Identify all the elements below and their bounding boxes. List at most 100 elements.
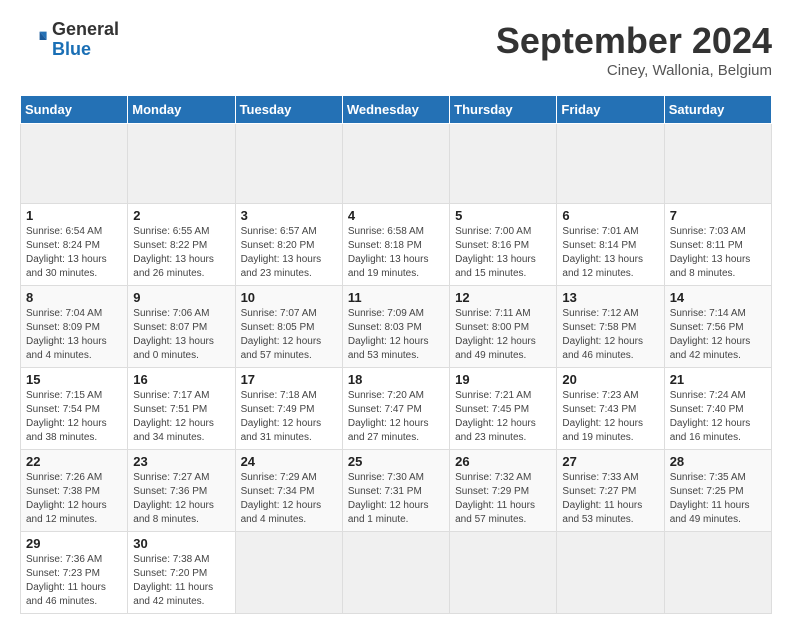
- day-detail: Sunrise: 7:17 AMSunset: 7:51 PMDaylight:…: [133, 390, 214, 443]
- day-detail: Sunrise: 7:29 AMSunset: 7:34 PMDaylight:…: [241, 472, 322, 525]
- table-row: [21, 124, 128, 204]
- calendar-header-row: Sunday Monday Tuesday Wednesday Thursday…: [21, 96, 772, 124]
- col-tuesday: Tuesday: [235, 96, 342, 124]
- col-friday: Friday: [557, 96, 664, 124]
- day-detail: Sunrise: 6:57 AMSunset: 8:20 PMDaylight:…: [241, 226, 322, 279]
- logo-text: General Blue: [52, 20, 119, 60]
- calendar-week-row: 1 Sunrise: 6:54 AMSunset: 8:24 PMDayligh…: [21, 204, 772, 286]
- calendar-week-row: 8 Sunrise: 7:04 AMSunset: 8:09 PMDayligh…: [21, 286, 772, 368]
- day-number: 24: [241, 454, 337, 469]
- table-row: 21 Sunrise: 7:24 AMSunset: 7:40 PMDaylig…: [664, 368, 771, 450]
- day-number: 16: [133, 372, 229, 387]
- calendar-week-row: 15 Sunrise: 7:15 AMSunset: 7:54 PMDaylig…: [21, 368, 772, 450]
- table-row: 4 Sunrise: 6:58 AMSunset: 8:18 PMDayligh…: [342, 204, 449, 286]
- table-row: 27 Sunrise: 7:33 AMSunset: 7:27 PMDaylig…: [557, 450, 664, 532]
- table-row: 30 Sunrise: 7:38 AMSunset: 7:20 PMDaylig…: [128, 532, 235, 614]
- day-number: 5: [455, 208, 551, 223]
- table-row: 6 Sunrise: 7:01 AMSunset: 8:14 PMDayligh…: [557, 204, 664, 286]
- table-row: 22 Sunrise: 7:26 AMSunset: 7:38 PMDaylig…: [21, 450, 128, 532]
- day-number: 13: [562, 290, 658, 305]
- day-detail: Sunrise: 7:30 AMSunset: 7:31 PMDaylight:…: [348, 472, 429, 525]
- table-row: 11 Sunrise: 7:09 AMSunset: 8:03 PMDaylig…: [342, 286, 449, 368]
- col-thursday: Thursday: [450, 96, 557, 124]
- day-detail: Sunrise: 7:14 AMSunset: 7:56 PMDaylight:…: [670, 308, 751, 361]
- table-row: 19 Sunrise: 7:21 AMSunset: 7:45 PMDaylig…: [450, 368, 557, 450]
- day-detail: Sunrise: 7:20 AMSunset: 7:47 PMDaylight:…: [348, 390, 429, 443]
- table-row: 14 Sunrise: 7:14 AMSunset: 7:56 PMDaylig…: [664, 286, 771, 368]
- logo-icon: [20, 26, 48, 54]
- day-detail: Sunrise: 7:21 AMSunset: 7:45 PMDaylight:…: [455, 390, 536, 443]
- day-number: 3: [241, 208, 337, 223]
- day-number: 8: [26, 290, 122, 305]
- day-detail: Sunrise: 7:32 AMSunset: 7:29 PMDaylight:…: [455, 472, 535, 525]
- table-row: [664, 124, 771, 204]
- day-detail: Sunrise: 7:38 AMSunset: 7:20 PMDaylight:…: [133, 554, 213, 607]
- day-number: 26: [455, 454, 551, 469]
- day-detail: Sunrise: 7:01 AMSunset: 8:14 PMDaylight:…: [562, 226, 643, 279]
- logo-general: General: [52, 19, 119, 39]
- day-detail: Sunrise: 7:11 AMSunset: 8:00 PMDaylight:…: [455, 308, 536, 361]
- page-header: General Blue September 2024 Ciney, Wallo…: [20, 20, 772, 79]
- day-number: 4: [348, 208, 444, 223]
- table-row: 15 Sunrise: 7:15 AMSunset: 7:54 PMDaylig…: [21, 368, 128, 450]
- day-detail: Sunrise: 6:58 AMSunset: 8:18 PMDaylight:…: [348, 226, 429, 279]
- day-number: 28: [670, 454, 766, 469]
- day-detail: Sunrise: 7:23 AMSunset: 7:43 PMDaylight:…: [562, 390, 643, 443]
- table-row: [557, 124, 664, 204]
- day-detail: Sunrise: 7:36 AMSunset: 7:23 PMDaylight:…: [26, 554, 106, 607]
- day-number: 27: [562, 454, 658, 469]
- day-number: 9: [133, 290, 229, 305]
- table-row: [235, 124, 342, 204]
- table-row: 12 Sunrise: 7:11 AMSunset: 8:00 PMDaylig…: [450, 286, 557, 368]
- day-number: 1: [26, 208, 122, 223]
- logo: General Blue: [20, 20, 119, 60]
- col-monday: Monday: [128, 96, 235, 124]
- day-number: 23: [133, 454, 229, 469]
- day-detail: Sunrise: 7:33 AMSunset: 7:27 PMDaylight:…: [562, 472, 642, 525]
- day-number: 30: [133, 536, 229, 551]
- table-row: [128, 124, 235, 204]
- col-wednesday: Wednesday: [342, 96, 449, 124]
- day-number: 22: [26, 454, 122, 469]
- table-row: 2 Sunrise: 6:55 AMSunset: 8:22 PMDayligh…: [128, 204, 235, 286]
- day-detail: Sunrise: 7:12 AMSunset: 7:58 PMDaylight:…: [562, 308, 643, 361]
- day-number: 15: [26, 372, 122, 387]
- table-row: [450, 124, 557, 204]
- day-detail: Sunrise: 6:54 AMSunset: 8:24 PMDaylight:…: [26, 226, 107, 279]
- table-row: 16 Sunrise: 7:17 AMSunset: 7:51 PMDaylig…: [128, 368, 235, 450]
- table-row: 25 Sunrise: 7:30 AMSunset: 7:31 PMDaylig…: [342, 450, 449, 532]
- col-saturday: Saturday: [664, 96, 771, 124]
- table-row: 8 Sunrise: 7:04 AMSunset: 8:09 PMDayligh…: [21, 286, 128, 368]
- table-row: 10 Sunrise: 7:07 AMSunset: 8:05 PMDaylig…: [235, 286, 342, 368]
- day-number: 2: [133, 208, 229, 223]
- day-detail: Sunrise: 7:00 AMSunset: 8:16 PMDaylight:…: [455, 226, 536, 279]
- day-number: 17: [241, 372, 337, 387]
- calendar-table: Sunday Monday Tuesday Wednesday Thursday…: [20, 95, 772, 614]
- day-detail: Sunrise: 7:03 AMSunset: 8:11 PMDaylight:…: [670, 226, 751, 279]
- table-row: 9 Sunrise: 7:06 AMSunset: 8:07 PMDayligh…: [128, 286, 235, 368]
- table-row: 28 Sunrise: 7:35 AMSunset: 7:25 PMDaylig…: [664, 450, 771, 532]
- day-detail: Sunrise: 7:18 AMSunset: 7:49 PMDaylight:…: [241, 390, 322, 443]
- day-detail: Sunrise: 7:26 AMSunset: 7:38 PMDaylight:…: [26, 472, 107, 525]
- day-detail: Sunrise: 7:04 AMSunset: 8:09 PMDaylight:…: [26, 308, 107, 361]
- table-row: [557, 532, 664, 614]
- day-number: 10: [241, 290, 337, 305]
- calendar-week-row: 22 Sunrise: 7:26 AMSunset: 7:38 PMDaylig…: [21, 450, 772, 532]
- day-detail: Sunrise: 7:27 AMSunset: 7:36 PMDaylight:…: [133, 472, 214, 525]
- day-detail: Sunrise: 7:35 AMSunset: 7:25 PMDaylight:…: [670, 472, 750, 525]
- day-number: 7: [670, 208, 766, 223]
- day-number: 14: [670, 290, 766, 305]
- day-detail: Sunrise: 7:15 AMSunset: 7:54 PMDaylight:…: [26, 390, 107, 443]
- title-area: September 2024 Ciney, Wallonia, Belgium: [496, 20, 772, 79]
- day-number: 29: [26, 536, 122, 551]
- calendar-week-row: 29 Sunrise: 7:36 AMSunset: 7:23 PMDaylig…: [21, 532, 772, 614]
- day-detail: Sunrise: 7:06 AMSunset: 8:07 PMDaylight:…: [133, 308, 214, 361]
- table-row: 7 Sunrise: 7:03 AMSunset: 8:11 PMDayligh…: [664, 204, 771, 286]
- table-row: 23 Sunrise: 7:27 AMSunset: 7:36 PMDaylig…: [128, 450, 235, 532]
- day-number: 19: [455, 372, 551, 387]
- table-row: 29 Sunrise: 7:36 AMSunset: 7:23 PMDaylig…: [21, 532, 128, 614]
- table-row: 17 Sunrise: 7:18 AMSunset: 7:49 PMDaylig…: [235, 368, 342, 450]
- table-row: 24 Sunrise: 7:29 AMSunset: 7:34 PMDaylig…: [235, 450, 342, 532]
- day-number: 20: [562, 372, 658, 387]
- day-number: 18: [348, 372, 444, 387]
